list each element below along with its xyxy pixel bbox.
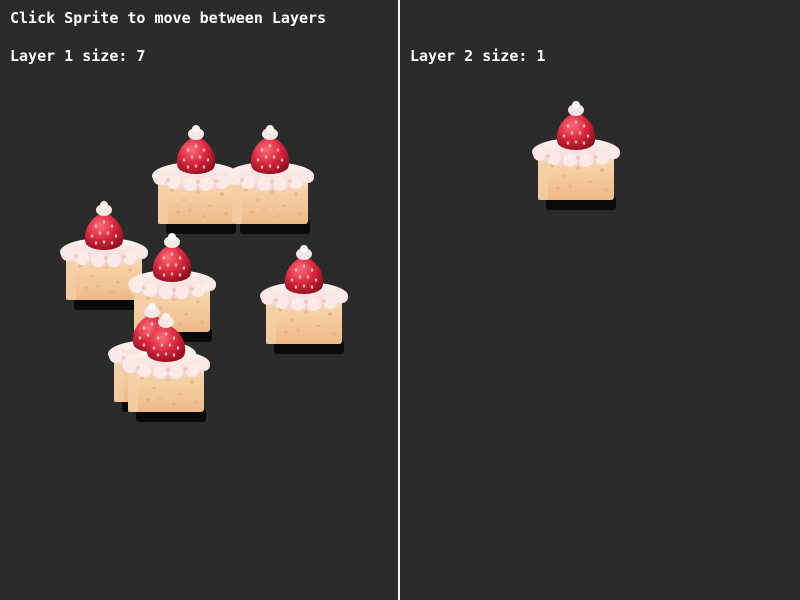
cake-sprite[interactable] bbox=[224, 120, 316, 240]
strawberry-cake-icon bbox=[258, 240, 350, 360]
strawberry-cake-icon bbox=[224, 120, 316, 240]
cake-sprite[interactable] bbox=[258, 240, 350, 360]
layer-2-panel: Layer 2 size: 1 bbox=[400, 0, 800, 600]
strawberry-cake-icon bbox=[530, 96, 622, 216]
cake-sprite[interactable] bbox=[120, 308, 212, 428]
layer-2-size-label: Layer 2 size: 1 bbox=[410, 47, 546, 65]
layer-1-size-label: Layer 1 size: 7 bbox=[10, 47, 146, 65]
strawberry-cake-icon bbox=[120, 308, 212, 428]
cake-sprite[interactable] bbox=[530, 96, 622, 216]
